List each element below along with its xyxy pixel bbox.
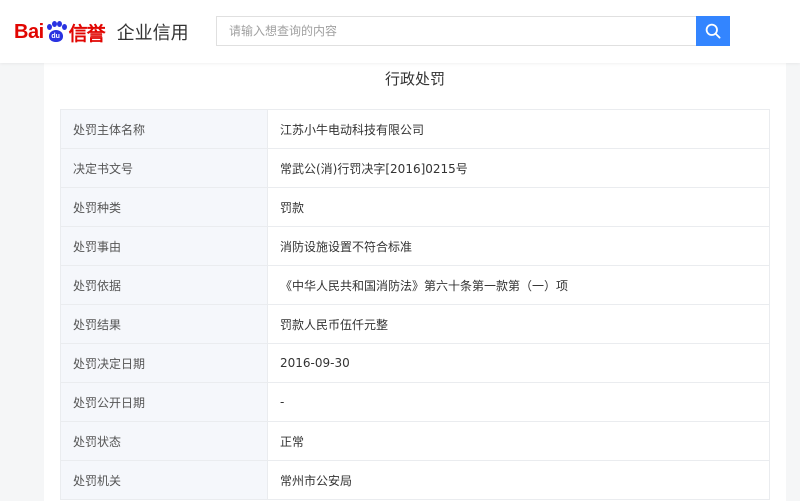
row-label: 处罚种类: [60, 187, 268, 227]
row-value: 常武公(消)行罚决字[2016]0215号: [267, 148, 770, 188]
row-label: 处罚主体名称: [60, 109, 268, 149]
penalty-info-table: 处罚主体名称 江苏小牛电动科技有限公司 决定书文号 常武公(消)行罚决字[201…: [60, 109, 770, 500]
row-label: 处罚机关: [60, 460, 268, 500]
row-label: 处罚决定日期: [60, 343, 268, 383]
row-value: 罚款: [267, 187, 770, 227]
row-value: 正常: [267, 421, 770, 461]
row-value: 《中华人民共和国消防法》第六十条第一款第（一）项: [267, 265, 770, 305]
table-row: 处罚主体名称 江苏小牛电动科技有限公司: [60, 109, 770, 149]
table-row: 处罚事由 消防设施设置不符合标准: [60, 226, 770, 266]
row-value: 罚款人民币伍仟元整: [267, 304, 770, 344]
logo-subtitle: 企业信用: [116, 23, 189, 44]
row-label: 决定书文号: [60, 148, 268, 188]
top-header: Bai du 信誉 企业信用: [0, 0, 800, 63]
row-value: 消防设施设置不符合标准: [267, 226, 770, 266]
row-value: 2016-09-30: [267, 343, 770, 383]
logo-xinyu-text: 信誉: [68, 22, 106, 45]
row-label: 处罚依据: [60, 265, 268, 305]
table-row: 处罚状态 正常: [60, 421, 770, 461]
row-label: 处罚结果: [60, 304, 268, 344]
search-icon: [705, 23, 721, 39]
search-input[interactable]: [216, 16, 696, 46]
row-value: 常州市公安局: [267, 460, 770, 500]
table-row: 处罚机关 常州市公安局: [60, 460, 770, 500]
row-label: 处罚状态: [60, 421, 268, 461]
row-value: -: [267, 382, 770, 422]
row-value: 江苏小牛电动科技有限公司: [267, 109, 770, 149]
baidu-paw-icon: du: [45, 21, 67, 43]
search-button[interactable]: [696, 16, 730, 46]
baidu-xinyu-logo[interactable]: Bai du 信誉 企业信用: [14, 14, 189, 50]
table-row: 处罚依据 《中华人民共和国消防法》第六十条第一款第（一）项: [60, 265, 770, 305]
penalty-detail-card: 行政处罚 处罚主体名称 江苏小牛电动科技有限公司 决定书文号 常武公(消)行罚决…: [44, 63, 786, 501]
row-label: 处罚事由: [60, 226, 268, 266]
row-label: 处罚公开日期: [60, 382, 268, 422]
table-row: 处罚公开日期 -: [60, 382, 770, 422]
table-row: 处罚决定日期 2016-09-30: [60, 343, 770, 383]
section-title: 行政处罚: [384, 70, 445, 88]
table-row: 处罚种类 罚款: [60, 187, 770, 227]
logo-bai-text: Bai: [14, 20, 44, 43]
logo-du-text: du: [48, 30, 63, 42]
table-row: 决定书文号 常武公(消)行罚决字[2016]0215号: [60, 148, 770, 188]
table-row: 处罚结果 罚款人民币伍仟元整: [60, 304, 770, 344]
